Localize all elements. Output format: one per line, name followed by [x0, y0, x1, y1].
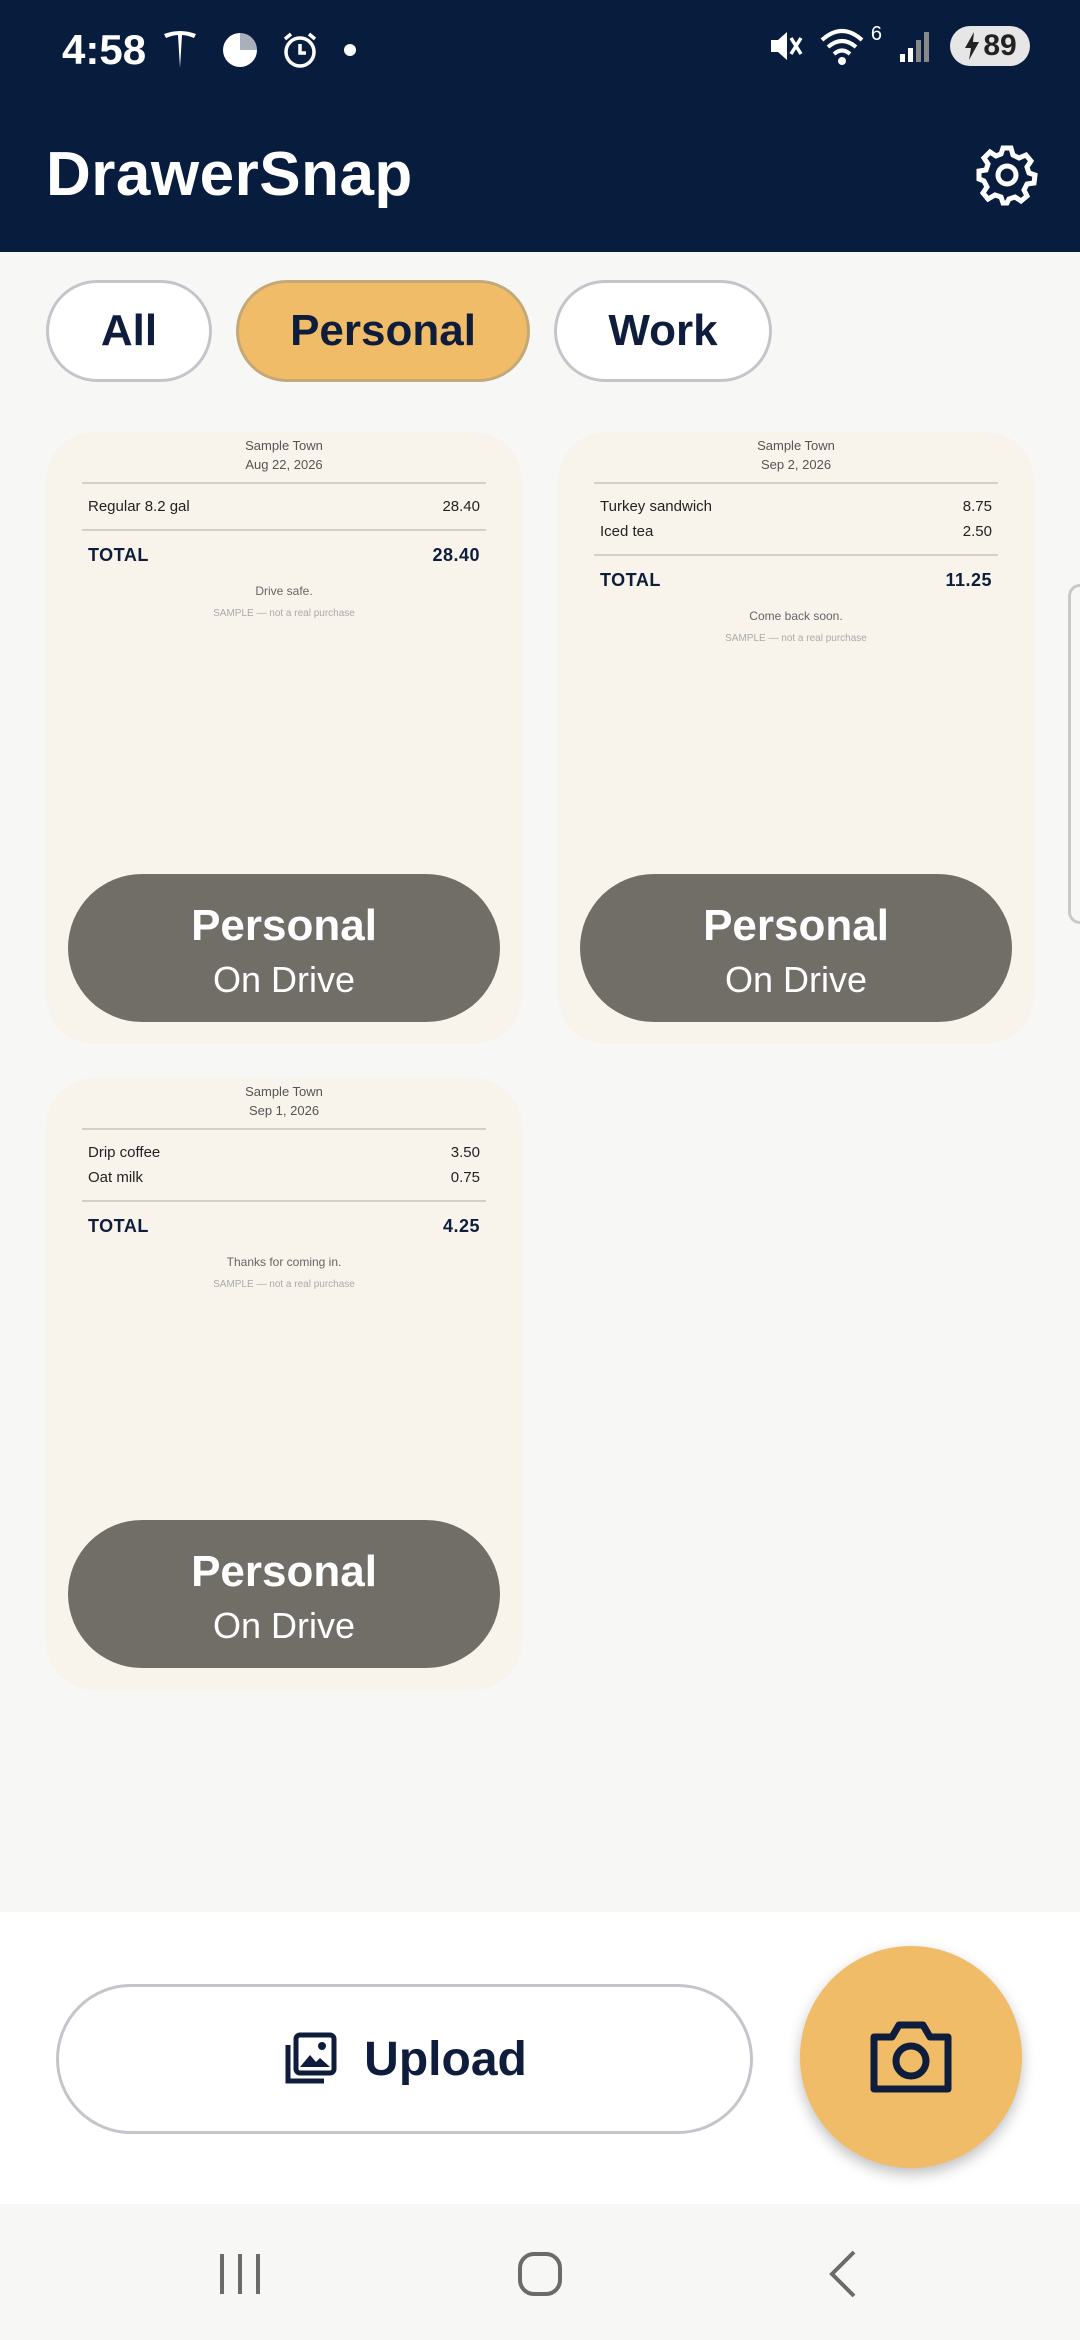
- divider: [594, 482, 998, 484]
- charging-bolt-icon: [965, 32, 980, 60]
- total-label: TOTAL: [600, 570, 661, 590]
- wifi-generation: 6: [870, 22, 882, 45]
- status-right-icons: 6 89: [765, 22, 1030, 66]
- receipt-town: Sample Town: [757, 438, 835, 453]
- screen: 4:58 6 89 DrawerSnap All Personal Work S…: [0, 0, 1080, 2340]
- sample-note: SAMPLE — not a real purchase: [213, 608, 355, 619]
- receipt-date: Sep 2, 2026: [760, 457, 832, 472]
- receipt-message: Come back soon.: [749, 609, 843, 623]
- tesla-icon: [164, 31, 196, 68]
- item-price: 2.50: [962, 523, 992, 540]
- receipt-line-item: Iced tea 2.50: [594, 519, 998, 544]
- notification-dot-icon: [344, 44, 356, 56]
- bottom-action-bar: Upload: [0, 1912, 1080, 2204]
- item-price: 3.50: [450, 1144, 480, 1161]
- divider: [594, 554, 998, 556]
- battery-level: 89: [983, 29, 1017, 62]
- total-value: 11.25: [945, 570, 992, 590]
- battery-indicator: 89: [950, 26, 1030, 66]
- badge-location: On Drive: [212, 959, 356, 1000]
- item-price: 28.40: [442, 498, 480, 515]
- gear-icon[interactable]: [976, 144, 1038, 206]
- camera-icon: [870, 2021, 952, 2093]
- alarm-icon: [283, 32, 317, 68]
- signal-icon: [900, 32, 929, 62]
- total-value: 4.25: [442, 1216, 480, 1236]
- divider: [82, 482, 486, 484]
- receipt-total: TOTAL 11.25: [594, 566, 998, 595]
- item-price: 8.75: [962, 498, 992, 515]
- divider: [82, 529, 486, 531]
- system-nav-bar: [0, 2204, 1080, 2340]
- receipt-preview: Sample Town Sep 2, 2026 Turkey sandwich …: [594, 432, 998, 644]
- divider: [82, 1128, 486, 1130]
- receipt-message: Thanks for coming in.: [226, 1255, 342, 1269]
- badge-category: Personal: [191, 901, 377, 950]
- item-price: 0.75: [450, 1169, 480, 1186]
- upload-label: Upload: [364, 2032, 527, 2086]
- receipt-line-item: Turkey sandwich 8.75: [594, 494, 998, 519]
- receipt-card[interactable]: Sample Town Sep 2, 2026 Turkey sandwich …: [558, 432, 1034, 1044]
- category-badge: Personal On Drive: [68, 874, 500, 1022]
- badge-category: Personal: [703, 901, 889, 950]
- badge-location: On Drive: [724, 959, 868, 1000]
- item-name: Regular 8.2 gal: [88, 498, 190, 515]
- app-header: 4:58 6 89 DrawerSnap: [0, 0, 1080, 252]
- back-icon[interactable]: [814, 2244, 874, 2304]
- receipt-preview: Sample Town Sep 1, 2026 Drip coffee 3.50…: [82, 1078, 486, 1290]
- divider: [82, 1200, 486, 1202]
- receipt-preview: Sample Town Aug 22, 2026 Regular 8.2 gal…: [82, 432, 486, 619]
- filter-chips: All Personal Work: [46, 280, 772, 382]
- item-name: Oat milk: [88, 1169, 144, 1186]
- item-name: Iced tea: [600, 523, 654, 540]
- receipt-line-item: Regular 8.2 gal 28.40: [82, 494, 486, 519]
- receipt-message: Drive safe.: [255, 584, 313, 598]
- camera-button[interactable]: [800, 1946, 1022, 2168]
- badge-category: Personal: [191, 1547, 377, 1596]
- item-name: Turkey sandwich: [600, 498, 712, 515]
- filter-chip-personal[interactable]: Personal: [236, 280, 530, 382]
- receipt-date: Sep 1, 2026: [248, 1103, 320, 1118]
- sample-note: SAMPLE — not a real purchase: [725, 633, 867, 644]
- filter-chip-all[interactable]: All: [46, 280, 212, 382]
- item-name: Drip coffee: [88, 1144, 161, 1161]
- total-label: TOTAL: [88, 545, 149, 565]
- wifi-icon: [820, 29, 864, 65]
- mute-icon: [770, 32, 803, 60]
- category-badge: Personal On Drive: [580, 874, 1012, 1022]
- receipt-town: Sample Town: [245, 438, 323, 453]
- receipt-town: Sample Town: [245, 1084, 323, 1099]
- gallery-icon: [285, 2032, 337, 2084]
- total-value: 28.40: [432, 545, 480, 565]
- receipt-card[interactable]: Sample Town Aug 22, 2026 Regular 8.2 gal…: [46, 432, 522, 1044]
- receipt-card[interactable]: Sample Town Sep 1, 2026 Drip coffee 3.50…: [46, 1078, 522, 1690]
- category-badge: Personal On Drive: [68, 1520, 500, 1668]
- total-label: TOTAL: [88, 1216, 149, 1236]
- status-time: 4:58: [62, 26, 147, 73]
- sample-note: SAMPLE — not a real purchase: [213, 1279, 355, 1290]
- home-icon[interactable]: [510, 2244, 570, 2304]
- upload-button[interactable]: Upload: [56, 1984, 753, 2134]
- filter-chip-work[interactable]: Work: [554, 280, 772, 382]
- receipt-date: Aug 22, 2026: [245, 457, 323, 472]
- app-title: DrawerSnap: [46, 140, 413, 209]
- receipt-total: TOTAL 28.40: [82, 541, 486, 570]
- receipt-total: TOTAL 4.25: [82, 1212, 486, 1241]
- receipt-line-item: Drip coffee 3.50: [82, 1140, 486, 1165]
- recent-apps-icon[interactable]: [210, 2244, 270, 2304]
- edge-panel-handle[interactable]: [1068, 584, 1080, 924]
- weather-icon: [223, 33, 257, 67]
- badge-location: On Drive: [212, 1605, 356, 1646]
- status-left-icons: [160, 28, 360, 72]
- receipt-line-item: Oat milk 0.75: [82, 1165, 486, 1190]
